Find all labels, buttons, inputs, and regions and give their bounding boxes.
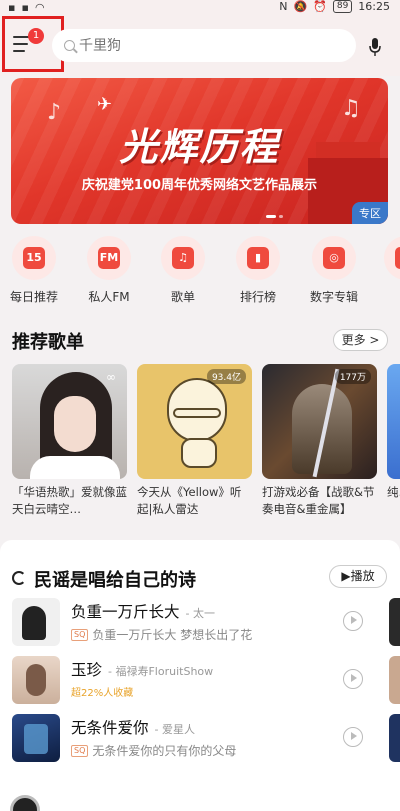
chart-icon: ▮ [247, 247, 269, 269]
sq-quality-badge: SQ [71, 628, 89, 641]
nfc-icon: N [279, 0, 288, 13]
banner-title: 光辉历程 [119, 125, 280, 169]
top-header: 1 [0, 14, 400, 76]
play-all-button[interactable]: ▶播放 [329, 565, 387, 588]
playlist-caption: 纯…摇… [387, 485, 400, 499]
song-subtitle: 负重一万斤长大 梦想长出了花 [92, 628, 253, 642]
status-bar: ▪ ▪ ◠ N 🔕 ⏰ 89 16:25 [0, 0, 400, 14]
radio-icon: FM [98, 247, 120, 269]
playlist-icon: ♫ [172, 247, 194, 269]
notification-icon: ▪ [8, 1, 16, 14]
playlist-card[interactable]: 纯…摇… [387, 364, 400, 518]
sq-quality-badge: SQ [71, 744, 89, 757]
playlist-carousel: ∞ 「华语热歌」爱就像蓝天白云晴空… 93.4亿 今天从《Yellow》听起|私… [0, 364, 400, 524]
zone-icon [395, 247, 400, 269]
song-title: 负重一万斤长大 [71, 603, 180, 621]
refresh-icon[interactable] [12, 571, 26, 585]
dove-icon: ✈ [97, 94, 113, 115]
song-row[interactable]: 负重一万斤长大 - 太一 SQ 负重一万斤长大 梦想长出了花 [0, 598, 400, 654]
recommended-title: 推荐歌单 [12, 332, 84, 353]
song-cover [12, 656, 60, 704]
song-artist: - 爱星人 [154, 723, 195, 736]
category-zone[interactable]: 专 [370, 236, 400, 305]
loop-icon: ∞ [106, 370, 116, 384]
song-artist: - 太一 [185, 607, 215, 620]
category-label: 歌单 [170, 290, 195, 304]
microphone-icon[interactable] [369, 38, 381, 56]
playlist-cover [387, 364, 400, 479]
play-icon[interactable] [343, 611, 363, 631]
battery-indicator: 89 [332, 0, 353, 13]
status-time: 16:25 [358, 0, 390, 13]
favorite-rate: 超22%人收藏 [71, 688, 134, 699]
more-button[interactable]: 更多 > [333, 329, 388, 351]
song-title: 玉珍 [71, 661, 103, 679]
signal-icon: ▪ [21, 1, 29, 14]
mute-icon: 🔕 [293, 0, 308, 13]
category-daily[interactable]: 15 每日推荐 [0, 236, 70, 305]
category-row: 15 每日推荐 FM 私人FM ♫ 歌单 ▮ 排行榜 ◎ 数字专辑 专 [0, 236, 400, 306]
playlist-card[interactable]: 177万 打游戏必备【战歌&节奏电音&重金属】 [262, 364, 377, 518]
promo-banner[interactable]: ♪ ✈ ♫ 光辉历程 庆祝建党100周年优秀网络文艺作品展示 专区 [11, 78, 388, 224]
play-icon[interactable] [343, 669, 363, 689]
category-label: 私人FM [88, 290, 130, 304]
song-row[interactable]: 玉珍 - 福禄寿FloruitShow 超22%人收藏 [0, 656, 400, 712]
wifi-icon: ◠ [34, 1, 45, 14]
next-column-peek [389, 598, 400, 646]
song-subtitle: 无条件爱你的只有你的父母 [92, 744, 237, 758]
category-digital-album[interactable]: ◎ 数字专辑 [298, 236, 370, 305]
search-input[interactable] [79, 37, 319, 54]
next-column-peek [389, 714, 400, 762]
album-icon: ◎ [323, 247, 345, 269]
category-playlist[interactable]: ♫ 歌单 [147, 236, 219, 305]
playlist-card[interactable]: ∞ 「华语热歌」爱就像蓝天白云晴空… [12, 364, 127, 518]
playlist-caption: 今天从《Yellow》听起|私人雷达 [137, 485, 242, 516]
alarm-icon: ⏰ [313, 0, 327, 13]
next-column-peek [389, 656, 400, 704]
playlist-cover: ∞ [12, 364, 127, 479]
carousel-dots [266, 215, 283, 218]
category-fm[interactable]: FM 私人FM [73, 236, 145, 305]
banner-tag: 专区 [352, 202, 388, 224]
playlist-cover: 177万 [262, 364, 377, 479]
song-cover [12, 714, 60, 762]
search-icon [64, 40, 75, 51]
playlist-cover: 93.4亿 [137, 364, 252, 479]
playlist-caption: 打游戏必备【战歌&节奏电音&重金属】 [262, 485, 375, 516]
category-label: 专 [370, 288, 400, 305]
category-label: 数字专辑 [309, 290, 358, 304]
playlist-card[interactable]: 93.4亿 今天从《Yellow》听起|私人雷达 [137, 364, 252, 518]
play-count: 177万 [334, 369, 371, 384]
playlist-caption: 「华语热歌」爱就像蓝天白云晴空… [12, 485, 127, 516]
play-count: 93.4亿 [206, 369, 246, 384]
play-icon[interactable] [343, 727, 363, 747]
song-title: 无条件爱你 [71, 719, 149, 737]
category-label: 排行榜 [239, 290, 276, 304]
folk-section-title: 民谣是唱给自己的诗 [34, 570, 196, 591]
song-row[interactable]: 无条件爱你 - 爱星人 SQ 无条件爱你的只有你的父母 [0, 714, 400, 770]
calendar-icon: 15 [23, 247, 45, 269]
category-charts[interactable]: ▮ 排行榜 [222, 236, 294, 305]
song-artist: - 福禄寿FloruitShow [108, 665, 214, 678]
category-label: 每日推荐 [9, 290, 58, 304]
banner-subtitle: 庆祝建党100周年优秀网络文艺作品展示 [81, 178, 318, 193]
menu-badge: 1 [28, 28, 44, 44]
song-cover [12, 598, 60, 646]
search-bar[interactable] [52, 29, 356, 62]
